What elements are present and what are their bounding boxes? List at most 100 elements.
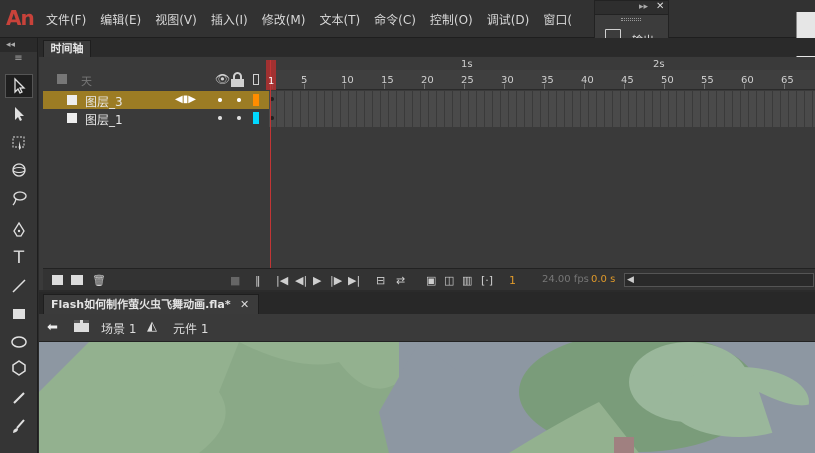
ruler-tick — [504, 84, 505, 89]
timeline-ruler[interactable]: 5 10 15 20 25 30 35 40 45 50 55 60 65 1s 2s — [269, 59, 815, 90]
ruler-tick — [384, 84, 385, 89]
menu-bar: An 文件(F) 编辑(E) 视图(V) 插入(I) 修改(M) 文本(T) 命… — [0, 0, 815, 38]
collapse-icon[interactable]: ▸▸ — [639, 2, 648, 12]
document-title: Flash如何制作萤火虫飞舞动画.fla* — [51, 298, 231, 311]
ruler-tick — [704, 84, 705, 89]
playhead[interactable] — [266, 60, 276, 290]
menu-debug[interactable]: 调试(D) — [487, 11, 530, 28]
menu-modify[interactable]: 修改(M) — [262, 11, 306, 28]
layer-row[interactable]: 图层_1 — [43, 109, 269, 127]
lock-dot[interactable] — [237, 116, 241, 120]
new-layer-icon[interactable] — [52, 275, 63, 285]
lock-body — [231, 79, 244, 87]
layer-color[interactable] — [253, 112, 259, 124]
layer-frames[interactable] — [269, 91, 815, 109]
layer-color[interactable] — [253, 94, 259, 106]
ruler-tick — [344, 84, 345, 89]
onion-outline-icon[interactable]: ◫ — [444, 274, 454, 287]
new-folder-icon[interactable] — [71, 275, 83, 285]
layer-name[interactable]: 图层_3 — [85, 93, 123, 110]
menu-control[interactable]: 控制(O) — [430, 11, 473, 28]
ruler-frame-number: 25 — [461, 75, 474, 86]
play-icon[interactable]: ▶ — [313, 274, 321, 287]
lasso-tool-icon[interactable] — [5, 186, 33, 210]
selection-tool-icon[interactable] — [5, 74, 33, 98]
breadcrumb-scene[interactable]: 场景 1 — [101, 320, 136, 337]
layer-frames[interactable] — [269, 109, 815, 127]
subselection-tool-icon[interactable] — [5, 102, 33, 126]
free-transform-tool-icon[interactable] — [5, 130, 33, 154]
delete-icon[interactable]: 🗑 — [92, 274, 106, 287]
toolbox-collapse[interactable]: ◂◂ — [0, 38, 37, 52]
prev-frame-icon[interactable]: ◀| — [295, 274, 307, 287]
current-frame[interactable]: 1 — [509, 274, 516, 287]
ruler-frame-number: 50 — [661, 75, 674, 86]
oval-tool-icon[interactable] — [5, 330, 33, 354]
close-tab-icon[interactable]: ✕ — [240, 295, 249, 314]
visible-dot[interactable] — [218, 116, 222, 120]
brush-tool-icon[interactable] — [5, 414, 33, 438]
onion-skin-icon[interactable]: ▣ — [426, 274, 436, 287]
fps-value[interactable]: 24.00 fps — [542, 274, 589, 285]
breadcrumb-symbol[interactable]: 元件 1 — [173, 320, 208, 337]
menu-edit[interactable]: 编辑(E) — [100, 11, 141, 28]
onion-markers-icon[interactable]: [·] — [481, 274, 493, 287]
toolbox: ◂◂ ≡ T — [0, 38, 38, 453]
app-logo: An — [6, 6, 35, 30]
close-icon[interactable]: ✕ — [656, 1, 664, 12]
pencil-tool-icon[interactable] — [5, 386, 33, 410]
menu-commands[interactable]: 命令(C) — [374, 11, 416, 28]
camera-icon[interactable]: ■ — [230, 274, 240, 287]
menu-window[interactable]: 窗口( — [543, 11, 572, 28]
menu-text[interactable]: 文本(T) — [319, 11, 360, 28]
horizontal-scrollbar[interactable]: ◀ — [624, 273, 814, 287]
3d-rotation-tool-icon[interactable] — [5, 158, 33, 182]
elapsed-time[interactable]: 0.0 s — [591, 274, 615, 285]
ruler-tick — [744, 84, 745, 89]
symbol-icon: ◭ — [147, 319, 157, 334]
menu-view[interactable]: 视图(V) — [155, 11, 197, 28]
layer-row-selected[interactable]: 图层_3 ◀▮▶ — [43, 91, 269, 109]
layer-name[interactable]: 图层_1 — [85, 111, 123, 128]
menu-file[interactable]: 文件(F) — [46, 11, 86, 28]
loop-icon[interactable]: ⇄ — [396, 274, 405, 287]
playhead-line — [270, 60, 271, 290]
ruler-frame-number: 55 — [701, 75, 714, 86]
ruler-tick — [544, 84, 545, 89]
back-arrow-icon[interactable]: ⬅ — [47, 320, 58, 335]
edit-bar: ⬅ 场景 1 ◭ 元件 1 — [39, 314, 815, 342]
menu-insert[interactable]: 插入(I) — [211, 11, 248, 28]
ruler-second-label: 2s — [653, 59, 665, 70]
ruler-tick — [784, 84, 785, 89]
pen-tool-icon[interactable] — [5, 218, 33, 242]
line-tool-icon[interactable] — [5, 274, 33, 298]
outline-icon[interactable] — [253, 74, 259, 85]
last-frame-icon[interactable]: ▶| — [348, 274, 360, 287]
lock-dot[interactable] — [237, 98, 241, 102]
ruler-frame-number: 30 — [501, 75, 514, 86]
next-frame-icon[interactable]: |▶ — [330, 274, 342, 287]
main-menu: 文件(F) 编辑(E) 视图(V) 插入(I) 修改(M) 文本(T) 命令(C… — [46, 11, 586, 28]
tab-timeline[interactable]: 时间轴 — [43, 40, 91, 57]
timeline-footer: 🗑 ■ ‖ |◀ ◀| ▶ |▶ ▶| ⊟ ⇄ ▣ ◫ ▥ [·] 1 24.0… — [43, 268, 815, 290]
layer-header: 天 👁 — [43, 70, 269, 90]
document-tab[interactable]: Flash如何制作萤火虫飞舞动画.fla* ✕ — [43, 294, 259, 314]
edit-multiple-icon[interactable]: ▥ — [462, 274, 472, 287]
layer-controls-icon[interactable]: ◀▮▶ — [175, 94, 196, 105]
drag-handle[interactable] — [621, 18, 641, 21]
visible-dot[interactable] — [218, 98, 222, 102]
layer-icon — [67, 113, 77, 123]
text-tool-icon[interactable]: T — [5, 246, 33, 270]
scroll-left-icon[interactable]: ◀ — [627, 275, 634, 285]
rectangle-tool-icon[interactable] — [5, 302, 33, 326]
toolbox-menu-icon[interactable]: ≡ — [0, 52, 37, 66]
ruler-second-label: 1s — [461, 59, 473, 70]
stage-canvas[interactable] — [39, 342, 815, 453]
polystar-tool-icon[interactable] — [5, 356, 33, 380]
eye-icon[interactable]: 👁 — [215, 72, 230, 86]
ruler-frame-number: 35 — [541, 75, 554, 86]
timeline-panel-header — [39, 38, 815, 56]
center-frame-icon[interactable]: ⊟ — [376, 274, 385, 287]
first-frame-icon[interactable]: |◀ — [276, 274, 288, 287]
divider: ‖ — [255, 274, 261, 287]
